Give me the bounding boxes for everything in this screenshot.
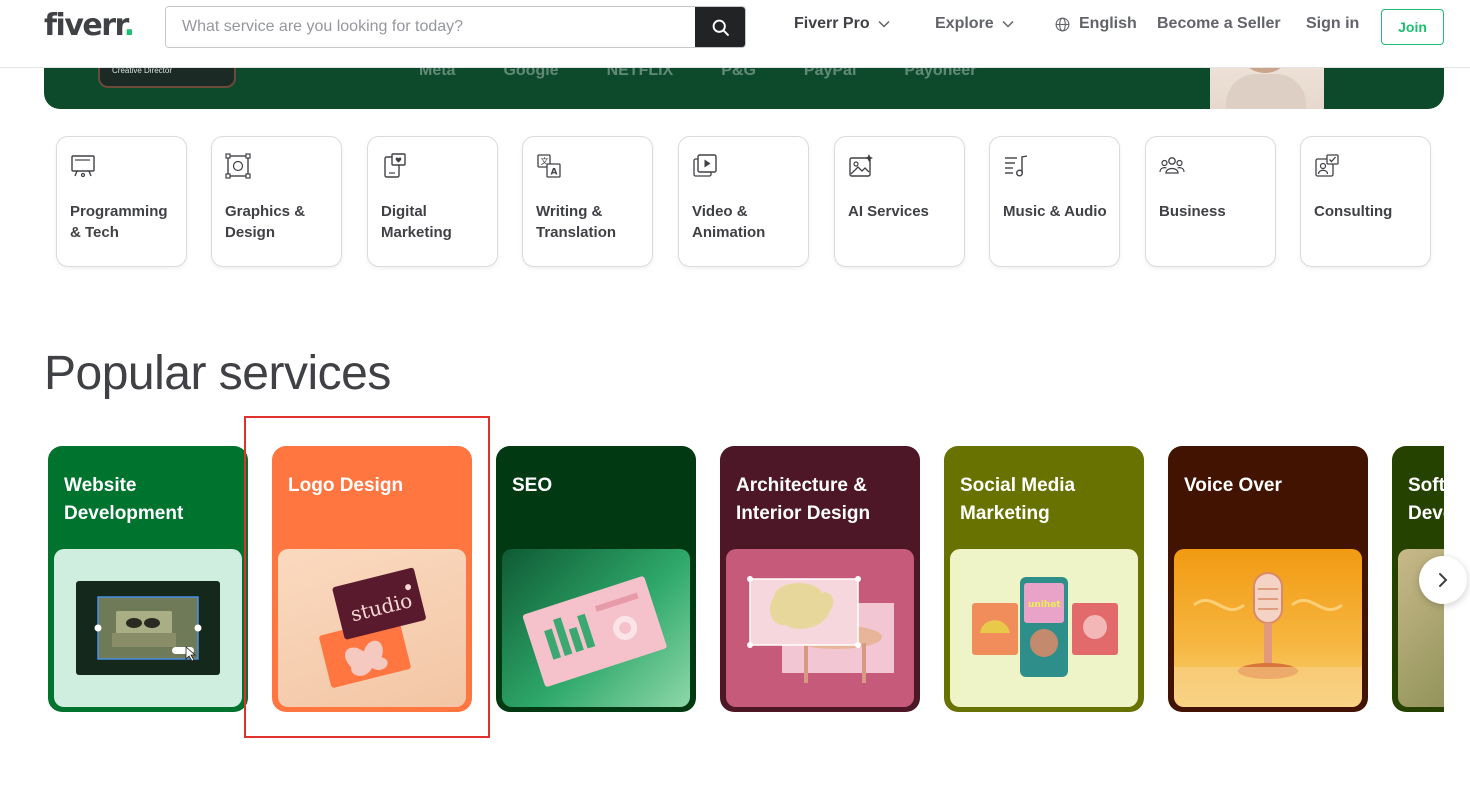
video-play-icon (693, 154, 717, 177)
language-selector[interactable]: English (1055, 15, 1137, 33)
search-bar (165, 6, 746, 48)
fiverr-pro-menu[interactable]: Fiverr Pro (794, 15, 890, 33)
category-label: AI Services (848, 203, 929, 220)
logo-text: fiverr (44, 8, 125, 43)
category-label: Programming & Tech (70, 203, 168, 241)
service-card-voice-over[interactable]: Voice Over (1168, 446, 1368, 712)
phone-heart-icon (384, 153, 406, 178)
service-card-image (1174, 549, 1362, 707)
category-programming-tech[interactable]: Programming & Tech (56, 136, 187, 267)
service-card-image: studio (278, 549, 466, 707)
chevron-right-icon (1439, 573, 1448, 587)
search-button[interactable] (695, 7, 745, 47)
globe-icon (1055, 17, 1070, 31)
music-note-icon (1005, 155, 1028, 177)
service-card-seo[interactable]: SEO (496, 446, 696, 712)
chevron-down-icon (1002, 20, 1014, 28)
service-card-label: Software Development (1408, 475, 1444, 524)
service-card-label: Website Development (64, 475, 184, 524)
become-seller-link[interactable]: Become a Seller (1157, 15, 1281, 33)
category-graphics-design[interactable]: Graphics & Design (211, 136, 342, 267)
explore-label: Explore (935, 15, 994, 32)
design-frame-icon (225, 153, 251, 179)
service-card-website-development[interactable]: Website Development (48, 446, 248, 712)
consulting-icon (1315, 154, 1339, 177)
service-card-logo-design[interactable]: Logo Design studio (272, 446, 472, 712)
service-card-label: Voice Over (1184, 475, 1282, 496)
category-digital-marketing[interactable]: Digital Marketing (367, 136, 498, 267)
popular-services-title: Popular services (44, 347, 391, 400)
fiverr-logo[interactable]: fiverr. (44, 8, 135, 43)
category-label: Graphics & Design (225, 203, 306, 241)
service-card-label: SEO (512, 475, 553, 496)
chevron-down-icon (878, 20, 890, 28)
service-card-social-media-marketing[interactable]: Social Media Marketing unihat (944, 446, 1144, 712)
carousel-next-button[interactable] (1419, 556, 1467, 604)
monitor-icon (71, 155, 95, 178)
join-label: Join (1398, 19, 1427, 35)
people-icon (1159, 157, 1185, 174)
category-label: Music & Audio (1003, 203, 1107, 220)
logo-dot: . (123, 8, 135, 43)
category-row: Programming & Tech Graphics & Design Dig… (56, 136, 1436, 267)
sign-in-label: Sign in (1306, 15, 1360, 32)
svg-text:A: A (551, 168, 558, 178)
category-writing-translation[interactable]: 文 A Writing & Translation (522, 136, 653, 267)
category-label: Writing & Translation (536, 203, 617, 241)
category-ai-services[interactable]: AI Services (834, 136, 965, 267)
svg-text:unihat: unihat (1028, 600, 1061, 610)
category-label: Business (1159, 203, 1226, 220)
category-video-animation[interactable]: Video & Animation (678, 136, 809, 267)
fiverr-pro-label: Fiverr Pro (794, 15, 870, 32)
top-header: fiverr. Fiverr Pro Explore English Becom… (0, 0, 1470, 68)
service-card-label: Social Media Marketing (960, 475, 1076, 524)
category-consulting[interactable]: Consulting (1300, 136, 1431, 267)
category-music-audio[interactable]: Music & Audio (989, 136, 1120, 267)
service-card-image: unihat (950, 549, 1138, 707)
svg-text:文: 文 (541, 156, 549, 166)
explore-menu[interactable]: Explore (935, 15, 1014, 33)
join-button[interactable]: Join (1381, 9, 1444, 45)
translate-icon: 文 A (537, 154, 561, 178)
sign-in-link[interactable]: Sign in (1306, 15, 1359, 33)
ai-image-icon (849, 154, 873, 177)
service-card-image (502, 549, 690, 707)
category-business[interactable]: Business (1145, 136, 1276, 267)
service-card-architecture-interior-design[interactable]: Architecture & Interior Design (720, 446, 920, 712)
category-label: Digital Marketing (381, 203, 452, 241)
search-icon (712, 19, 729, 36)
service-card-label: Architecture & Interior Design (736, 475, 871, 524)
search-input[interactable] (166, 7, 697, 47)
category-label: Video & Animation (692, 203, 766, 241)
service-card-label: Logo Design (288, 475, 404, 496)
service-card-image (726, 549, 914, 707)
category-label: Consulting (1314, 203, 1393, 220)
language-label: English (1079, 15, 1137, 32)
popular-services-carousel: Website Development Logo Design studio S… (44, 446, 1444, 716)
become-seller-label: Become a Seller (1157, 15, 1281, 32)
service-card-image (54, 549, 242, 707)
